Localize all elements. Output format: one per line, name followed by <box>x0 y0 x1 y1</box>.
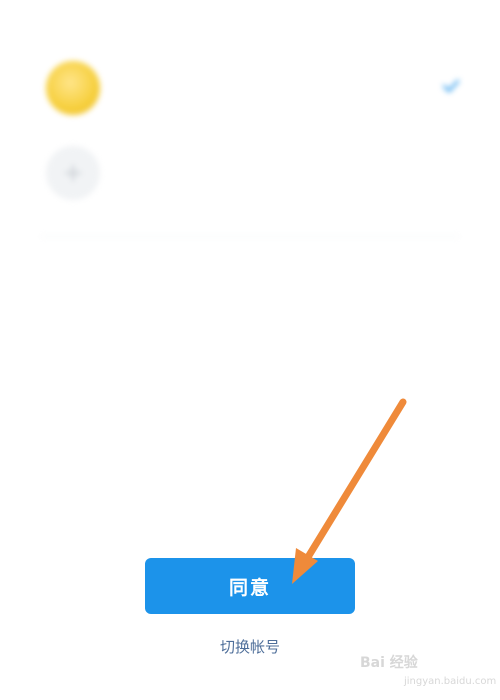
agree-button[interactable]: 同意 <box>145 558 355 614</box>
prompt-text <box>40 2 320 20</box>
switch-account-link[interactable]: 切换帐号 <box>180 636 320 657</box>
watermark-url: jingyan.baidu.com <box>404 676 497 687</box>
check-icon <box>442 79 460 93</box>
plus-icon <box>46 146 100 200</box>
account-subtitle <box>118 91 214 105</box>
divider <box>40 236 460 237</box>
blurred-account-area <box>0 0 500 260</box>
add-account-row[interactable] <box>40 140 470 210</box>
avatar <box>46 61 100 115</box>
watermark: Bai 经验 jingyan.baidu.com <box>360 650 500 700</box>
watermark-brand: Bai 经验 <box>360 655 418 671</box>
authorization-screen: 同意 切换帐号 Bai 经验 jingyan.baidu.com <box>0 0 500 700</box>
add-account-label <box>118 164 248 184</box>
account-row[interactable] <box>40 55 470 125</box>
